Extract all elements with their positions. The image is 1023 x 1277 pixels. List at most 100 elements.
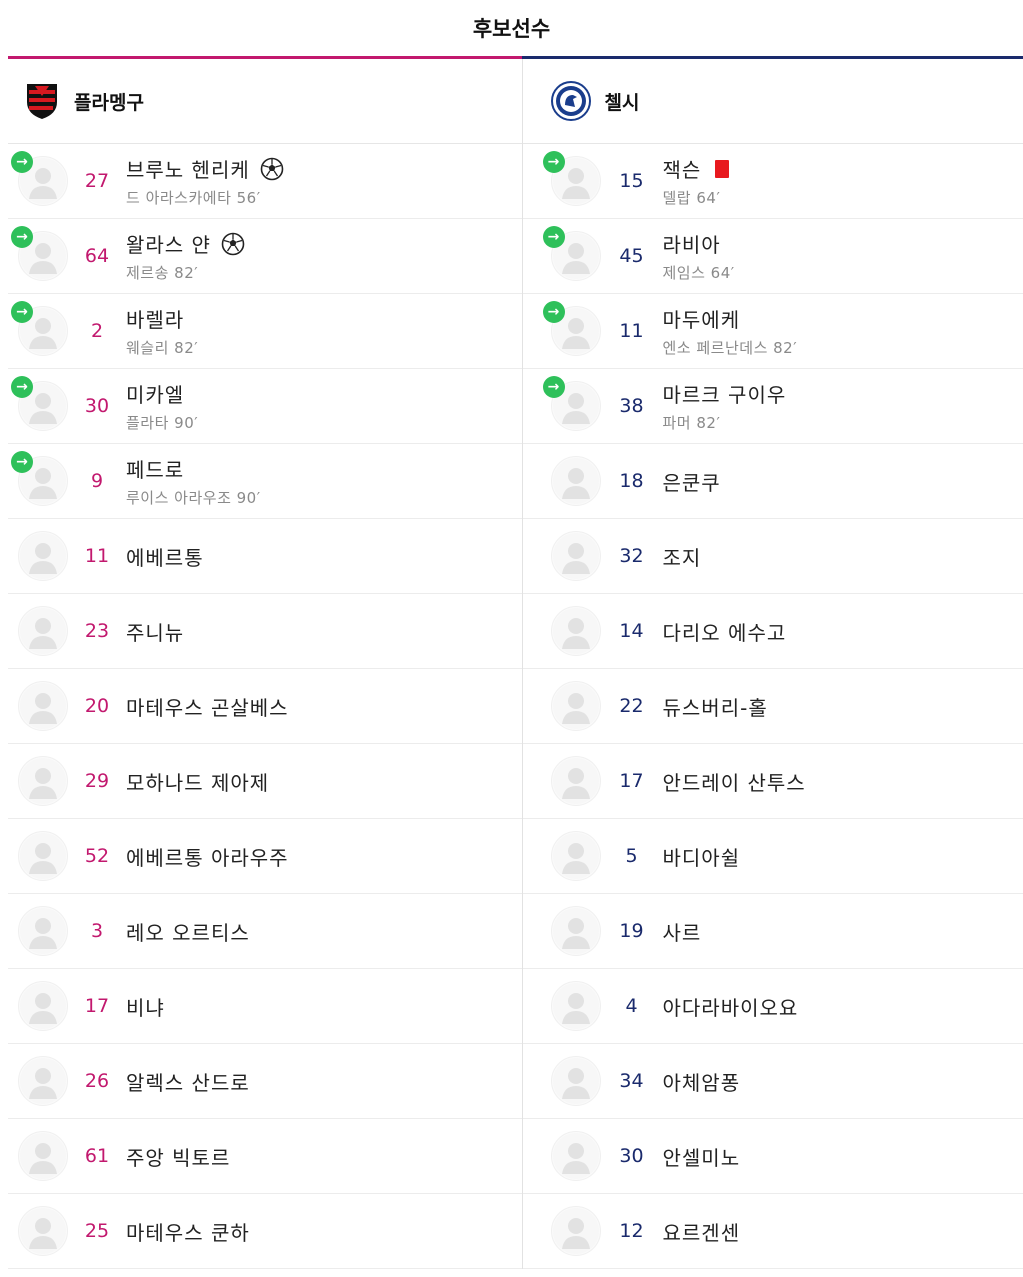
player-avatar bbox=[550, 756, 601, 806]
player-name[interactable]: 아체암퐁 bbox=[663, 1067, 741, 1096]
player-number: 25 bbox=[84, 1220, 110, 1242]
goal-ball-icon bbox=[260, 157, 284, 181]
player-row[interactable]: 20 마테우스 곤살베스 bbox=[8, 669, 522, 744]
player-row[interactable]: 5 바디아쉴 bbox=[522, 819, 1023, 894]
player-name[interactable]: 모하나드 제아제 bbox=[126, 767, 269, 796]
player-name[interactable]: 사르 bbox=[663, 917, 702, 946]
player-number: 64 bbox=[84, 245, 110, 267]
player-name-line: 다리오 에수고 bbox=[663, 617, 787, 646]
player-row[interactable]: → 9 페드로 루이스 아라우조 90′ bbox=[8, 444, 522, 519]
player-name[interactable]: 비냐 bbox=[126, 992, 165, 1021]
player-number: 26 bbox=[84, 1070, 110, 1092]
player-name[interactable]: 조지 bbox=[663, 542, 702, 571]
away-team-header[interactable]: 첼시 bbox=[522, 59, 1023, 144]
home-player-list: → 27 브루노 헨리케 드 아라스카에타 56′ → 64 왈라스 얀 제르송 82′ → 2 바… bbox=[8, 144, 522, 1269]
player-name[interactable]: 다리오 에수고 bbox=[663, 617, 787, 646]
player-info: 은쿤쿠 bbox=[663, 467, 721, 496]
player-info: 에베르통 bbox=[126, 542, 204, 571]
player-row[interactable]: → 11 마두에케 엔소 페르난데스 82′ bbox=[522, 294, 1023, 369]
player-avatar bbox=[18, 531, 68, 581]
player-name[interactable]: 듀스버리-홀 bbox=[663, 692, 768, 721]
player-name[interactable]: 브루노 헨리케 bbox=[126, 154, 250, 183]
home-team-header[interactable]: 플라멩구 bbox=[8, 59, 522, 144]
player-name-line: 은쿤쿠 bbox=[663, 467, 721, 496]
sub-in-arrow-icon: → bbox=[11, 376, 33, 398]
player-row[interactable]: 17 비냐 bbox=[8, 969, 522, 1044]
player-info: 잭슨 델랍 64′ bbox=[663, 154, 730, 208]
player-row[interactable]: 25 마테우스 쿤하 bbox=[8, 1194, 522, 1269]
player-name[interactable]: 알렉스 산드로 bbox=[126, 1067, 250, 1096]
player-avatar bbox=[18, 1056, 68, 1106]
sub-in-arrow-icon: → bbox=[542, 376, 565, 398]
player-name[interactable]: 요르겐센 bbox=[663, 1217, 741, 1246]
player-name[interactable]: 마두에케 bbox=[663, 304, 741, 333]
player-info: 마테우스 곤살베스 bbox=[126, 692, 289, 721]
player-row[interactable]: 11 에베르통 bbox=[8, 519, 522, 594]
player-row[interactable]: 34 아체암퐁 bbox=[522, 1044, 1023, 1119]
player-row[interactable]: 12 요르겐센 bbox=[522, 1194, 1023, 1269]
player-avatar bbox=[18, 831, 68, 881]
sub-in-arrow-icon: → bbox=[11, 301, 33, 323]
player-number: 19 bbox=[619, 920, 644, 942]
player-row[interactable]: 52 에베르통 아라우주 bbox=[8, 819, 522, 894]
player-row[interactable]: 32 조지 bbox=[522, 519, 1023, 594]
sub-in-arrow-icon: → bbox=[542, 226, 565, 248]
player-row[interactable]: → 2 바렐라 웨슬리 82′ bbox=[8, 294, 522, 369]
player-name[interactable]: 레오 오르티스 bbox=[126, 917, 250, 946]
player-name-line: 바디아쉴 bbox=[663, 842, 741, 871]
player-row[interactable]: 29 모하나드 제아제 bbox=[8, 744, 522, 819]
player-row[interactable]: 14 다리오 에수고 bbox=[522, 594, 1023, 669]
player-row[interactable]: 23 주니뉴 bbox=[8, 594, 522, 669]
player-row[interactable]: → 27 브루노 헨리케 드 아라스카에타 56′ bbox=[8, 144, 522, 219]
player-row[interactable]: → 15 잭슨 델랍 64′ bbox=[522, 144, 1023, 219]
player-name[interactable]: 안드레이 산투스 bbox=[663, 767, 806, 796]
player-name[interactable]: 바디아쉴 bbox=[663, 842, 741, 871]
player-name-line: 안드레이 산투스 bbox=[663, 767, 806, 796]
player-row[interactable]: → 64 왈라스 얀 제르송 82′ bbox=[8, 219, 522, 294]
player-row[interactable]: 22 듀스버리-홀 bbox=[522, 669, 1023, 744]
player-name[interactable]: 잭슨 bbox=[663, 154, 702, 183]
player-name[interactable]: 에베르통 bbox=[126, 542, 204, 571]
player-name[interactable]: 주앙 빅토르 bbox=[126, 1142, 230, 1171]
player-avatar bbox=[18, 1206, 68, 1256]
player-row[interactable]: 4 아다라바이오요 bbox=[522, 969, 1023, 1044]
player-name[interactable]: 페드로 bbox=[126, 454, 184, 483]
player-number: 3 bbox=[90, 920, 104, 942]
player-row[interactable]: 17 안드레이 산투스 bbox=[522, 744, 1023, 819]
player-row[interactable]: 61 주앙 빅토르 bbox=[8, 1119, 522, 1194]
player-name-line: 모하나드 제아제 bbox=[126, 767, 269, 796]
player-number: 27 bbox=[84, 170, 110, 192]
player-name[interactable]: 마테우스 곤살베스 bbox=[126, 692, 289, 721]
player-name-line: 주앙 빅토르 bbox=[126, 1142, 230, 1171]
player-name[interactable]: 주니뉴 bbox=[126, 617, 184, 646]
substitutes-table: 플라멩구 → 27 브루노 헨리케 드 아라스카에타 56′ → 64 왈라스 얀 제르송 8… bbox=[8, 59, 1023, 1269]
player-avatar bbox=[550, 1131, 601, 1181]
player-name[interactable]: 미카엘 bbox=[126, 379, 184, 408]
player-name[interactable]: 왈라스 얀 bbox=[126, 229, 211, 258]
player-number: 2 bbox=[90, 320, 104, 342]
player-name-line: 바렐라 bbox=[126, 304, 198, 333]
player-row[interactable]: 19 사르 bbox=[522, 894, 1023, 969]
player-name[interactable]: 은쿤쿠 bbox=[663, 467, 721, 496]
player-name[interactable]: 라비아 bbox=[663, 229, 721, 258]
player-number: 12 bbox=[619, 1220, 644, 1242]
player-row[interactable]: 3 레오 오르티스 bbox=[8, 894, 522, 969]
player-row[interactable]: 18 은쿤쿠 bbox=[522, 444, 1023, 519]
player-row[interactable]: 30 안셀미노 bbox=[522, 1119, 1023, 1194]
player-row[interactable]: → 30 미카엘 플라타 90′ bbox=[8, 369, 522, 444]
page-title: 후보선수 bbox=[472, 17, 551, 41]
player-info: 다리오 에수고 bbox=[663, 617, 787, 646]
player-info: 모하나드 제아제 bbox=[126, 767, 269, 796]
player-name[interactable]: 에베르통 아라우주 bbox=[126, 842, 289, 871]
player-row[interactable]: → 45 라비아 제임스 64′ bbox=[522, 219, 1023, 294]
player-name[interactable]: 안셀미노 bbox=[663, 1142, 741, 1171]
player-name[interactable]: 아다라바이오요 bbox=[663, 992, 799, 1021]
player-info: 마두에케 엔소 페르난데스 82′ bbox=[663, 304, 798, 358]
player-name-line: 왈라스 얀 bbox=[126, 229, 245, 258]
sub-in-arrow-icon: → bbox=[11, 151, 33, 173]
player-row[interactable]: → 38 마르크 구이우 파머 82′ bbox=[522, 369, 1023, 444]
player-name[interactable]: 바렐라 bbox=[126, 304, 184, 333]
player-name[interactable]: 마르크 구이우 bbox=[663, 379, 787, 408]
player-row[interactable]: 26 알렉스 산드로 bbox=[8, 1044, 522, 1119]
player-name[interactable]: 마테우스 쿤하 bbox=[126, 1217, 250, 1246]
